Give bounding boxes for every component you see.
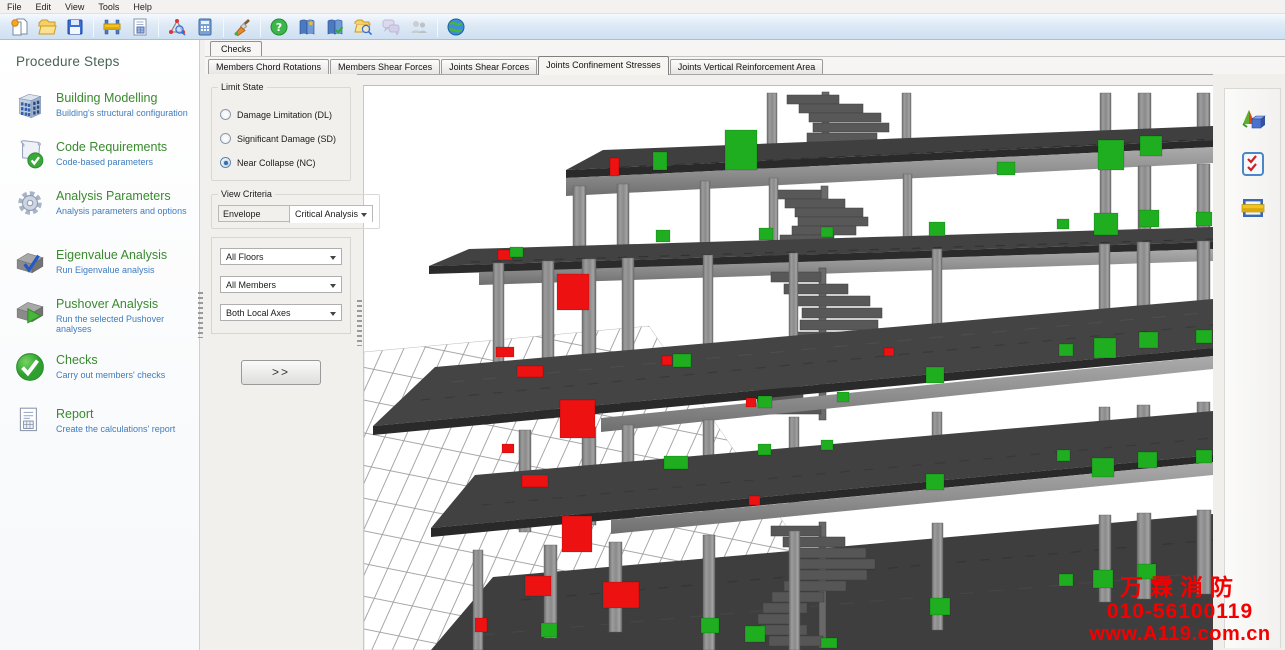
subtab-joints-confinement-stresses[interactable]: Joints Confinement Stresses — [538, 56, 669, 75]
sidebar-items: Building Modelling Building's structural… — [14, 89, 199, 437]
subtab-members-shear-forces[interactable]: Members Shear Forces — [330, 59, 440, 74]
building-icon — [14, 89, 46, 121]
radio-significant-damage[interactable]: Significant Damage (SD) — [220, 133, 342, 144]
sidebar-item-building-modelling[interactable]: Building Modelling Building's structural… — [14, 89, 199, 121]
save-project-icon[interactable] — [63, 16, 87, 38]
checks-book-icon[interactable] — [323, 16, 347, 38]
display-objects-icon[interactable] — [1238, 105, 1268, 135]
step-subtitle: Create the calculations' report — [56, 424, 175, 434]
toolbar-separator — [437, 17, 438, 37]
svg-text:?: ? — [276, 21, 282, 34]
tutorial-book-icon[interactable]: ★ — [295, 16, 319, 38]
step-title: Checks — [56, 353, 165, 367]
step-title: Eigenvalue Analysis — [56, 248, 167, 262]
menu-edit[interactable]: Edit — [29, 2, 59, 12]
model-3d-view[interactable] — [363, 85, 1213, 650]
tab-strip: Checks Members Chord Rotations Members S… — [205, 40, 1285, 74]
step-title: Report — [56, 407, 175, 421]
view-criteria-label: View Criteria — [218, 189, 275, 199]
menu-tools[interactable]: Tools — [91, 2, 126, 12]
options-splitter[interactable] — [357, 300, 362, 346]
toolbar-separator — [223, 17, 224, 37]
radio-circle[interactable] — [220, 133, 231, 144]
feedback-bubbles-icon[interactable] — [379, 16, 403, 38]
step-title: Analysis Parameters — [56, 189, 187, 203]
paintbrush-icon[interactable] — [230, 16, 254, 38]
menu-file[interactable]: File — [0, 2, 29, 12]
building-model-scene — [364, 86, 1213, 650]
analysis-select[interactable]: Critical Analysis — [289, 206, 372, 223]
subtab-joints-shear-forces[interactable]: Joints Shear Forces — [441, 59, 537, 74]
scroll-check-icon — [14, 138, 46, 170]
radio-damage-limitation[interactable]: Damage Limitation (DL) — [220, 109, 342, 120]
envelope-label: Envelope — [219, 206, 289, 221]
new-document-icon[interactable] — [7, 16, 31, 38]
help-icon[interactable]: ? — [267, 16, 291, 38]
sidebar-splitter[interactable] — [198, 292, 203, 338]
structure-viewer-icon[interactable] — [165, 16, 189, 38]
checks-options-panel: Limit State Damage Limitation (DL) Signi… — [205, 74, 357, 650]
user-accounts-icon[interactable] — [407, 16, 431, 38]
report-icon — [14, 405, 46, 437]
step-subtitle: Run Eigenvalue analysis — [56, 265, 167, 275]
radio-label: Near Collapse (NC) — [237, 158, 316, 168]
sidebar-item-checks[interactable]: Checks Carry out members' checks — [14, 351, 199, 383]
radio-near-collapse[interactable]: Near Collapse (NC) — [220, 157, 342, 168]
frame-modeller-icon[interactable] — [100, 16, 124, 38]
subtab-members-chord-rotations[interactable]: Members Chord Rotations — [208, 59, 329, 74]
pushover-block-icon — [14, 295, 46, 327]
report-preview-icon[interactable] — [128, 16, 152, 38]
step-title: Building Modelling — [56, 91, 188, 105]
sidebar-item-analysis-parameters[interactable]: Analysis Parameters Analysis parameters … — [14, 187, 199, 219]
toolbar-separator — [260, 17, 261, 37]
step-subtitle: Code-based parameters — [56, 157, 167, 167]
step-subtitle: Building's structural configuration — [56, 108, 188, 118]
toolbar-separator — [158, 17, 159, 37]
svg-text:★: ★ — [307, 19, 314, 28]
gear-icon — [14, 187, 46, 219]
sidebar-item-report[interactable]: Report Create the calculations' report — [14, 405, 199, 437]
sidebar-item-pushover-analysis[interactable]: Pushover Analysis Run the selected Pusho… — [14, 295, 199, 334]
tab-checks[interactable]: Checks — [210, 41, 262, 56]
limit-state-group: Limit State Damage Limitation (DL) Signi… — [211, 82, 351, 181]
toolbar-separator — [93, 17, 94, 37]
checks-settings-icon[interactable] — [1238, 149, 1268, 179]
menu-bar: File Edit View Tools Help — [0, 0, 1285, 14]
members-select[interactable]: All Members — [220, 276, 342, 293]
step-title: Pushover Analysis — [56, 297, 199, 311]
step-subtitle: Analysis parameters and options — [56, 206, 187, 216]
filters-box: All Floors All Members Both Local Axes — [211, 237, 351, 334]
sidebar-item-code-requirements[interactable]: Code Requirements Code-based parameters — [14, 138, 199, 170]
calculator-icon[interactable] — [193, 16, 217, 38]
view-tools-inner — [1224, 88, 1281, 648]
main-toolbar: ? ★ — [0, 14, 1285, 40]
green-check-icon — [14, 351, 46, 383]
limit-state-label: Limit State — [218, 82, 267, 92]
menu-help[interactable]: Help — [126, 2, 159, 12]
radio-circle[interactable] — [220, 109, 231, 120]
subtab-joints-vertical-reinforcement-area[interactable]: Joints Vertical Reinforcement Area — [670, 59, 824, 74]
browse-folder-icon[interactable] — [351, 16, 375, 38]
sidebar-item-eigenvalue-analysis[interactable]: Eigenvalue Analysis Run Eigenvalue analy… — [14, 246, 199, 278]
step-subtitle: Run the selected Pushover analyses — [56, 314, 199, 334]
step-title: Code Requirements — [56, 140, 167, 154]
subtab-strip: Members Chord Rotations Members Shear Fo… — [208, 56, 824, 74]
view-tools-panel — [1213, 74, 1285, 650]
radio-label: Damage Limitation (DL) — [237, 110, 332, 120]
expand-button[interactable]: >> — [241, 360, 321, 385]
eigenvalue-block-icon — [14, 246, 46, 278]
floors-select[interactable]: All Floors — [220, 248, 342, 265]
step-subtitle: Carry out members' checks — [56, 370, 165, 380]
radio-label: Significant Damage (SD) — [237, 134, 336, 144]
frame-elements-icon[interactable] — [1238, 193, 1268, 223]
open-project-icon[interactable] — [35, 16, 59, 38]
radio-circle[interactable] — [220, 157, 231, 168]
sidebar-title: Procedure Steps — [16, 54, 199, 69]
website-globe-icon[interactable] — [444, 16, 468, 38]
envelope-row: Envelope Critical Analysis — [218, 205, 373, 222]
procedure-steps-panel: Procedure Steps Building Modelling Build… — [0, 40, 200, 650]
view-criteria-group: View Criteria Envelope Critical Analysis — [211, 189, 380, 229]
menu-view[interactable]: View — [58, 2, 91, 12]
axes-select[interactable]: Both Local Axes — [220, 304, 342, 321]
